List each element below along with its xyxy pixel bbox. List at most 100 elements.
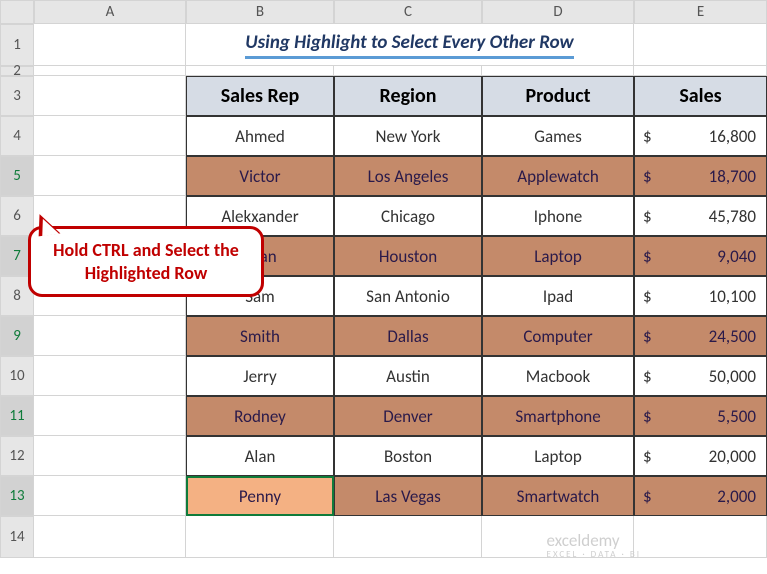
cell-A5[interactable] <box>34 156 186 196</box>
table-cell[interactable]: $16,800 <box>634 116 767 156</box>
table-cell[interactable]: Applewatch <box>482 156 634 196</box>
table-cell[interactable]: San Antonio <box>334 276 482 316</box>
cell-A9[interactable] <box>34 316 186 356</box>
row-header-1[interactable]: 1 <box>0 24 34 66</box>
sales-value: 18,700 <box>661 166 756 187</box>
table-cell[interactable]: Boston <box>334 436 482 476</box>
table-cell[interactable]: Victor <box>186 156 334 196</box>
page-title: Using Highlight to Select Every Other Ro… <box>245 31 573 59</box>
row-header-13[interactable]: 13 <box>0 476 34 516</box>
watermark: exceldemy EXCEL · DATA · BI <box>547 530 641 560</box>
cell-C14[interactable] <box>334 516 482 558</box>
sales-value: 45,780 <box>661 206 756 227</box>
table-cell[interactable]: Computer <box>482 316 634 356</box>
table-cell[interactable]: Houston <box>334 236 482 276</box>
table-cell[interactable]: $5,500 <box>634 396 767 436</box>
cell-A4[interactable] <box>34 116 186 156</box>
row-header-14[interactable]: 14 <box>0 516 34 558</box>
table-header-rep[interactable]: Sales Rep <box>186 76 334 116</box>
currency-symbol: $ <box>643 166 661 187</box>
currency-symbol: $ <box>643 246 661 267</box>
cell-B14[interactable] <box>186 516 334 558</box>
table-cell[interactable]: Las Vegas <box>334 476 482 516</box>
table-cell[interactable]: Iphone <box>482 196 634 236</box>
cell-B2[interactable] <box>186 66 334 76</box>
sales-value: 20,000 <box>661 446 756 467</box>
active-cell[interactable]: Penny <box>186 476 334 516</box>
table-cell[interactable]: Ipad <box>482 276 634 316</box>
row-header-2[interactable]: 2 <box>0 66 34 76</box>
sales-value: 5,500 <box>661 406 756 427</box>
table-cell[interactable]: Laptop <box>482 436 634 476</box>
table-cell[interactable]: Games <box>482 116 634 156</box>
table-cell[interactable]: $50,000 <box>634 356 767 396</box>
table-header-product[interactable]: Product <box>482 76 634 116</box>
sales-value: 50,000 <box>661 366 756 387</box>
cell-A12[interactable] <box>34 436 186 476</box>
table-cell[interactable]: $10,100 <box>634 276 767 316</box>
col-header-A[interactable]: A <box>34 0 186 24</box>
col-header-E[interactable]: E <box>634 0 767 24</box>
cell-A1[interactable] <box>34 24 186 66</box>
col-header-D[interactable]: D <box>482 0 634 24</box>
sales-value: 2,000 <box>661 486 756 507</box>
title-cell[interactable]: Using Highlight to Select Every Other Ro… <box>186 24 634 66</box>
col-header-C[interactable]: C <box>334 0 482 24</box>
sales-value: 24,500 <box>661 326 756 347</box>
sales-value: 9,040 <box>661 246 756 267</box>
row-header-12[interactable]: 12 <box>0 436 34 476</box>
currency-symbol: $ <box>643 326 661 347</box>
table-cell[interactable]: Chicago <box>334 196 482 236</box>
instruction-callout: Hold CTRL and Select the Highlighted Row <box>28 226 264 297</box>
table-cell[interactable]: Ahmed <box>186 116 334 156</box>
table-cell[interactable]: Austin <box>334 356 482 396</box>
table-cell[interactable]: $18,700 <box>634 156 767 196</box>
cell-F1[interactable] <box>634 24 767 66</box>
cell-A13[interactable] <box>34 476 186 516</box>
cell-D2[interactable] <box>482 66 634 76</box>
cell-A3[interactable] <box>34 76 186 116</box>
cell-A10[interactable] <box>34 356 186 396</box>
table-header-sales[interactable]: Sales <box>634 76 767 116</box>
cell-A11[interactable] <box>34 396 186 436</box>
table-cell[interactable]: Los Angeles <box>334 156 482 196</box>
table-cell[interactable]: Smartphone <box>482 396 634 436</box>
table-cell[interactable]: New York <box>334 116 482 156</box>
row-header-11[interactable]: 11 <box>0 396 34 436</box>
row-header-10[interactable]: 10 <box>0 356 34 396</box>
table-cell[interactable]: Smartwatch <box>482 476 634 516</box>
row-header-9[interactable]: 9 <box>0 316 34 356</box>
table-cell[interactable]: Smith <box>186 316 334 356</box>
cell-C2[interactable] <box>334 66 482 76</box>
table-cell[interactable]: $2,000 <box>634 476 767 516</box>
table-cell[interactable]: Macbook <box>482 356 634 396</box>
table-cell[interactable]: $9,040 <box>634 236 767 276</box>
cell-A2[interactable] <box>34 66 186 76</box>
table-cell[interactable]: Alan <box>186 436 334 476</box>
currency-symbol: $ <box>643 126 661 147</box>
row-header-3[interactable]: 3 <box>0 76 34 116</box>
row-header-6[interactable]: 6 <box>0 196 34 236</box>
table-header-region[interactable]: Region <box>334 76 482 116</box>
table-cell[interactable]: Denver <box>334 396 482 436</box>
table-cell[interactable]: $20,000 <box>634 436 767 476</box>
table-cell[interactable]: $45,780 <box>634 196 767 236</box>
table-cell[interactable]: Laptop <box>482 236 634 276</box>
col-header-B[interactable]: B <box>186 0 334 24</box>
sales-value: 16,800 <box>661 126 756 147</box>
watermark-sub: EXCEL · DATA · BI <box>547 549 641 560</box>
table-cell[interactable]: Dallas <box>334 316 482 356</box>
currency-symbol: $ <box>643 406 661 427</box>
currency-symbol: $ <box>643 206 661 227</box>
table-cell[interactable]: Rodney <box>186 396 334 436</box>
cell-F2[interactable] <box>634 66 767 76</box>
currency-symbol: $ <box>643 286 661 307</box>
row-header-5[interactable]: 5 <box>0 156 34 196</box>
cell-E14[interactable] <box>634 516 767 558</box>
sales-value: 10,100 <box>661 286 756 307</box>
table-cell[interactable]: $24,500 <box>634 316 767 356</box>
cell-A14[interactable] <box>34 516 186 558</box>
row-header-4[interactable]: 4 <box>0 116 34 156</box>
select-all-corner[interactable] <box>0 0 34 24</box>
table-cell[interactable]: Jerry <box>186 356 334 396</box>
